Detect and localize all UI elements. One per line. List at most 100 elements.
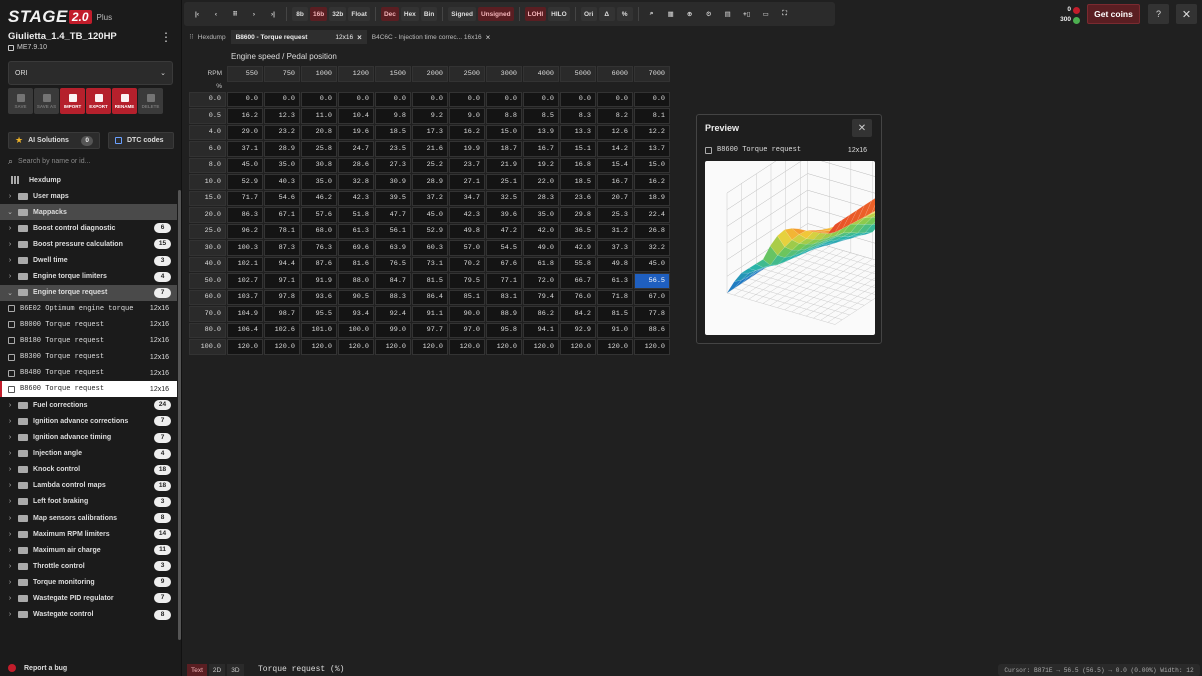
table-cell[interactable]: 13.7 <box>634 141 670 157</box>
table-cell[interactable]: 120.0 <box>301 339 337 355</box>
table-cell[interactable]: 15.0 <box>634 157 670 173</box>
table-cell[interactable]: 18.5 <box>375 124 411 140</box>
table-cell[interactable]: 120.0 <box>375 339 411 355</box>
delete-button[interactable]: DELETE <box>138 88 163 114</box>
table-cell[interactable]: 93.4 <box>338 306 374 322</box>
save-as-button[interactable]: SAVE AS <box>34 88 59 114</box>
table-cell[interactable]: 29.0 <box>227 124 263 140</box>
tab-b8600[interactable]: B8600 - Torque request 12x16 × <box>230 30 367 44</box>
table-cell[interactable]: 88.3 <box>375 289 411 305</box>
table-cell[interactable]: 42.3 <box>338 190 374 206</box>
table-cell[interactable]: 76.5 <box>375 256 411 272</box>
table-cell[interactable]: 120.0 <box>597 339 633 355</box>
table-cell[interactable]: 91.9 <box>301 273 337 289</box>
table-cell[interactable]: 71.8 <box>597 289 633 305</box>
table-cell[interactable]: 61.3 <box>338 223 374 239</box>
table-cell[interactable]: 77.1 <box>486 273 522 289</box>
tree-group[interactable]: ⌄ Mappacks <box>0 204 177 221</box>
table-cell[interactable]: 16.2 <box>449 124 485 140</box>
table-cell[interactable]: 0.0 <box>227 91 263 107</box>
table-cell[interactable]: 120.0 <box>227 339 263 355</box>
chart-icon[interactable]: ▦ <box>663 7 679 21</box>
view-mode-2d[interactable]: 2D <box>208 664 226 676</box>
table-cell[interactable]: 11.0 <box>301 108 337 124</box>
table-cell[interactable]: 39.6 <box>486 207 522 223</box>
table-cell[interactable]: 93.6 <box>301 289 337 305</box>
table-cell[interactable]: 101.0 <box>301 322 337 338</box>
next-page-icon[interactable]: › <box>246 7 262 21</box>
table-cell[interactable]: 19.2 <box>523 157 559 173</box>
table-cell[interactable]: 100.0 <box>338 322 374 338</box>
table-cell[interactable]: 70.2 <box>449 256 485 272</box>
table-cell[interactable]: 30.8 <box>301 157 337 173</box>
table-cell[interactable]: 21.9 <box>486 157 522 173</box>
table-cell[interactable]: 94.4 <box>264 256 300 272</box>
table-cell[interactable]: 79.5 <box>449 273 485 289</box>
table-cell[interactable]: 45.0 <box>227 157 263 173</box>
search-box[interactable]: ⌕ Search by name or id... <box>8 154 173 168</box>
table-cell[interactable]: 36.5 <box>560 223 596 239</box>
table-cell[interactable]: 13.9 <box>523 124 559 140</box>
table-cell[interactable]: 42.3 <box>449 207 485 223</box>
table-cell[interactable]: 25.3 <box>597 207 633 223</box>
columns-icon[interactable]: ▤ <box>720 7 736 21</box>
compare-icon[interactable]: ⊕ <box>682 7 698 21</box>
table-cell[interactable]: 17.3 <box>412 124 448 140</box>
table-cell[interactable]: 52.9 <box>227 174 263 190</box>
table-cell[interactable]: 95.5 <box>301 306 337 322</box>
table-cell[interactable]: 120.0 <box>449 339 485 355</box>
table-cell[interactable]: 67.6 <box>486 256 522 272</box>
table-cell[interactable]: 47.2 <box>486 223 522 239</box>
table-cell[interactable]: 15.1 <box>560 141 596 157</box>
table-cell[interactable]: 29.8 <box>560 207 596 223</box>
search-input[interactable]: Search by name or id... <box>18 158 90 165</box>
table-cell[interactable]: 54.5 <box>486 240 522 256</box>
table-cell[interactable]: 20.7 <box>597 190 633 206</box>
table-cell[interactable]: 60.3 <box>412 240 448 256</box>
table-cell[interactable]: 81.5 <box>412 273 448 289</box>
table-cell[interactable]: 32.2 <box>634 240 670 256</box>
table-cell[interactable]: 68.0 <box>301 223 337 239</box>
table-cell[interactable]: 0.0 <box>634 91 670 107</box>
table-cell[interactable]: 10.4 <box>338 108 374 124</box>
table-cell[interactable]: 8.1 <box>634 108 670 124</box>
help-button[interactable]: ? <box>1148 4 1169 24</box>
table-cell[interactable]: 120.0 <box>264 339 300 355</box>
table-cell[interactable]: 91.1 <box>412 306 448 322</box>
table-cell[interactable]: 85.1 <box>449 289 485 305</box>
toolbar-bits-button[interactable]: 32b <box>329 7 347 21</box>
table-cell[interactable]: 88.6 <box>634 322 670 338</box>
tree-group[interactable]: › Throttle control 3 <box>0 558 177 574</box>
tree-hexdump[interactable]: Hexdump <box>0 172 177 188</box>
version-select[interactable]: ORI ⌄ <box>8 61 173 85</box>
project-menu-icon[interactable]: ⋮ <box>160 30 172 44</box>
table-cell[interactable]: 69.6 <box>338 240 374 256</box>
tree-group[interactable]: › Lambda control maps 18 <box>0 478 177 494</box>
table-cell[interactable]: 8.2 <box>597 108 633 124</box>
table-cell[interactable]: 49.8 <box>449 223 485 239</box>
table-cell[interactable]: 9.8 <box>375 108 411 124</box>
table-cell[interactable]: 46.2 <box>301 190 337 206</box>
table-cell[interactable]: 31.2 <box>597 223 633 239</box>
toolbar-bits-button[interactable]: Float <box>348 7 370 21</box>
surface-plot[interactable] <box>705 139 916 335</box>
table-cell[interactable]: 97.8 <box>264 289 300 305</box>
toolbar-order-button[interactable]: HILO <box>548 7 570 21</box>
table-cell[interactable]: 23.5 <box>375 141 411 157</box>
table-cell[interactable]: 63.9 <box>375 240 411 256</box>
tree-group[interactable]: › Dwell time 3 <box>0 252 177 268</box>
table-cell[interactable]: 88.9 <box>486 306 522 322</box>
tree-group[interactable]: › Engine torque limiters 4 <box>0 269 177 285</box>
tree-group[interactable]: › Boost control diagnostic 6 <box>0 220 177 236</box>
table-cell[interactable]: 0.0 <box>412 91 448 107</box>
table-cell[interactable]: 0.0 <box>486 91 522 107</box>
table-cell[interactable]: 76.0 <box>560 289 596 305</box>
zoom-icon[interactable]: ⌕ <box>644 7 660 21</box>
tree-group[interactable]: › Boost pressure calculation 15 <box>0 236 177 252</box>
table-cell[interactable]: 61.8 <box>523 256 559 272</box>
table-cell[interactable]: 30.9 <box>375 174 411 190</box>
table-cell[interactable]: 84.2 <box>560 306 596 322</box>
table-cell[interactable]: 81.6 <box>338 256 374 272</box>
tree-group[interactable]: › Wastegate PID regulator 7 <box>0 590 177 606</box>
tree-group[interactable]: › Ignition advance timing 7 <box>0 430 177 446</box>
